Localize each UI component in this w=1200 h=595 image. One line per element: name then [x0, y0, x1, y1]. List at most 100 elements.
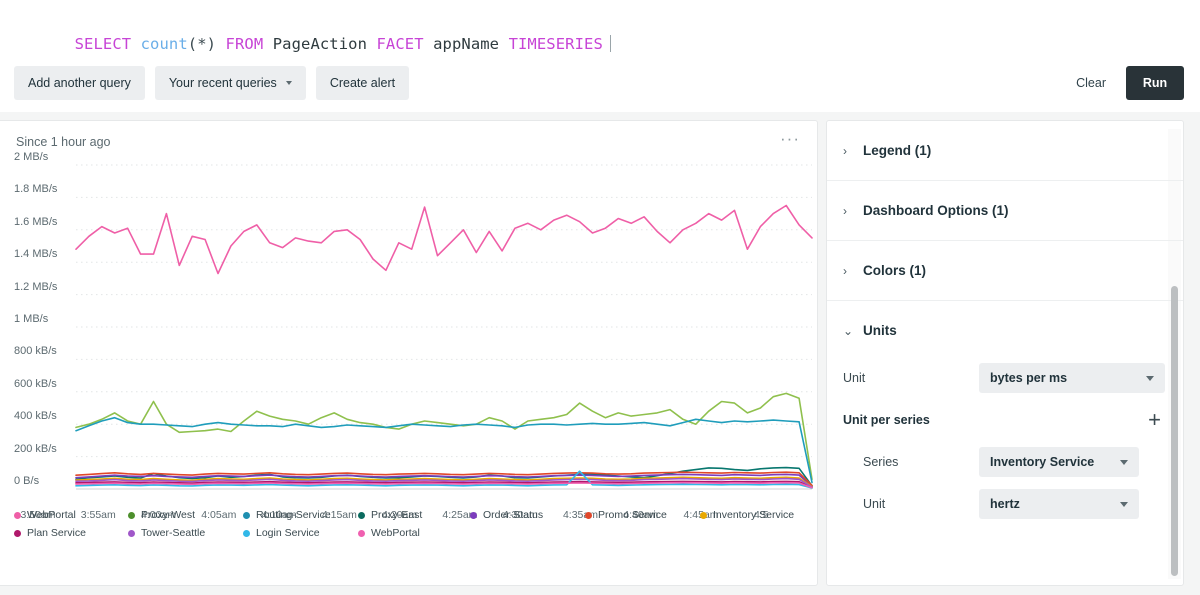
query-token: [499, 35, 508, 53]
legend-item[interactable]: Plan Service: [14, 527, 86, 539]
add-another-query-label: Add another query: [28, 76, 131, 90]
text-caret: [610, 35, 611, 52]
chart-svg: [0, 157, 818, 507]
options-section-dashboard-header[interactable]: › Dashboard Options (1): [827, 181, 1183, 240]
legend-item-label: Login Service: [256, 527, 320, 539]
legend-color-dot: [470, 512, 477, 519]
query-token: [424, 35, 433, 53]
unit-row: Unit bytes per ms: [843, 360, 1165, 396]
query-token: PageAction: [273, 35, 367, 53]
legend-color-dot: [358, 512, 365, 519]
units-body: Unit bytes per ms Unit per series + Seri…: [827, 360, 1183, 546]
legend-color-dot: [585, 512, 592, 519]
query-token: count: [141, 35, 188, 53]
add-another-query-button[interactable]: Add another query: [14, 66, 145, 100]
legend-item[interactable]: WebPortal: [358, 527, 420, 539]
legend-item-label: Routing-Service: [256, 509, 331, 521]
legend-item-label: Inventory Service: [713, 509, 794, 521]
options-section-units: ⌄ Units Unit bytes per ms Unit per serie…: [827, 301, 1183, 546]
query-token: FACET: [376, 35, 423, 53]
nrql-query-builder: SELECT count(*) FROM PageAction FACET ap…: [0, 0, 1200, 595]
add-unit-per-series-icon[interactable]: +: [1148, 409, 1165, 431]
toolbar-left-group: Add another query Your recent queries Cr…: [14, 66, 409, 100]
query-token: *: [197, 35, 206, 53]
legend-item[interactable]: Proxy-East: [358, 509, 422, 521]
panel-scrollbar-thumb[interactable]: [1171, 286, 1178, 576]
options-section-legend-title: Legend (1): [863, 143, 931, 158]
legend-color-dot: [128, 512, 135, 519]
legend-color-dot: [358, 530, 365, 537]
options-section-dashboard: › Dashboard Options (1): [827, 181, 1183, 241]
query-token: appName: [433, 35, 499, 53]
options-section-colors-title: Colors (1): [863, 263, 926, 278]
series-unit-select-value: hertz: [990, 497, 1020, 511]
legend-item[interactable]: Proxy-West: [128, 509, 195, 521]
legend-item-label: Order-Status: [483, 509, 543, 521]
legend-color-dot: [243, 530, 250, 537]
unit-per-series-label: Unit per series: [843, 413, 930, 427]
query-token: [131, 35, 140, 53]
legend-item[interactable]: Tower-Seattle: [128, 527, 205, 539]
legend-item-label: Plan Service: [27, 527, 86, 539]
series-unit-select[interactable]: hertz: [979, 489, 1139, 519]
query-token: FROM: [226, 35, 264, 53]
options-section-dashboard-title: Dashboard Options (1): [863, 203, 1009, 218]
legend-color-dot: [128, 530, 135, 537]
unit-per-series-row: Unit per series +: [843, 402, 1165, 438]
legend-item-label: Promo Service: [598, 509, 667, 521]
chart-time-range-label: Since 1 hour ago: [16, 135, 111, 149]
chart-legend: WebPortal Proxy-West Routing-Service Proxy-…: [14, 509, 814, 549]
legend-item-label: WebPortal: [371, 527, 420, 539]
chevron-right-icon: ›: [843, 145, 851, 157]
recent-queries-button[interactable]: Your recent queries: [155, 66, 306, 100]
series-select[interactable]: Inventory Service: [979, 447, 1139, 477]
chevron-right-icon: ›: [843, 205, 851, 217]
query-toolbar: Add another query Your recent queries Cr…: [0, 54, 1200, 112]
series-label: Series: [843, 455, 979, 469]
legend-item[interactable]: WebPortal: [14, 509, 76, 521]
clear-button[interactable]: Clear: [1070, 66, 1112, 100]
options-section-colors-header[interactable]: › Colors (1): [827, 241, 1183, 300]
legend-item-label: Tower-Seattle: [141, 527, 205, 539]
chart-series-line: [76, 393, 812, 479]
legend-item[interactable]: Order-Status: [470, 509, 543, 521]
legend-color-dot: [700, 512, 707, 519]
query-token: (: [188, 35, 197, 53]
query-bar: SELECT count(*) FROM PageAction FACET ap…: [0, 0, 1200, 54]
create-alert-label: Create alert: [330, 76, 395, 90]
legend-item[interactable]: Inventory Service: [700, 509, 794, 521]
options-section-units-title: Units: [863, 323, 897, 338]
series-unit-label: Unit: [843, 497, 979, 511]
recent-queries-label: Your recent queries: [169, 76, 277, 90]
chevron-down-icon: [1120, 502, 1128, 507]
options-section-legend-header[interactable]: › Legend (1): [827, 121, 1183, 180]
chart-options-panel: › Legend (1) › Dashboard Options (1) › C…: [826, 120, 1184, 586]
chart-overflow-menu-icon[interactable]: ···: [779, 133, 801, 151]
unit-select[interactable]: bytes per ms: [979, 363, 1165, 393]
chevron-right-icon: ›: [843, 265, 851, 277]
legend-color-dot: [243, 512, 250, 519]
legend-color-dot: [14, 512, 21, 519]
options-section-legend: › Legend (1): [827, 121, 1183, 181]
chart-card: Since 1 hour ago ··· 2 MB/s1.8 MB/s1.6 M…: [0, 120, 818, 586]
chevron-down-icon: [1120, 460, 1128, 465]
options-section-colors: › Colors (1): [827, 241, 1183, 301]
query-token: [263, 35, 272, 53]
query-token: SELECT: [75, 35, 132, 53]
legend-item[interactable]: Promo Service: [585, 509, 667, 521]
series-select-value: Inventory Service: [990, 455, 1094, 469]
chevron-down-icon: ⌄: [843, 325, 851, 337]
unit-select-value: bytes per ms: [990, 371, 1067, 385]
options-section-units-header[interactable]: ⌄ Units: [827, 301, 1183, 360]
legend-color-dot: [14, 530, 21, 537]
unit-label: Unit: [843, 371, 979, 385]
query-token: ): [207, 35, 216, 53]
legend-item[interactable]: Login Service: [243, 527, 320, 539]
series-row: Series Inventory Service: [843, 444, 1165, 480]
create-alert-button[interactable]: Create alert: [316, 66, 409, 100]
chart-series-line: [76, 206, 812, 274]
legend-item[interactable]: Routing-Service: [243, 509, 331, 521]
run-button[interactable]: Run: [1126, 66, 1184, 100]
toolbar-right-group: Clear Run: [1070, 66, 1184, 100]
legend-item-label: WebPortal: [27, 509, 76, 521]
